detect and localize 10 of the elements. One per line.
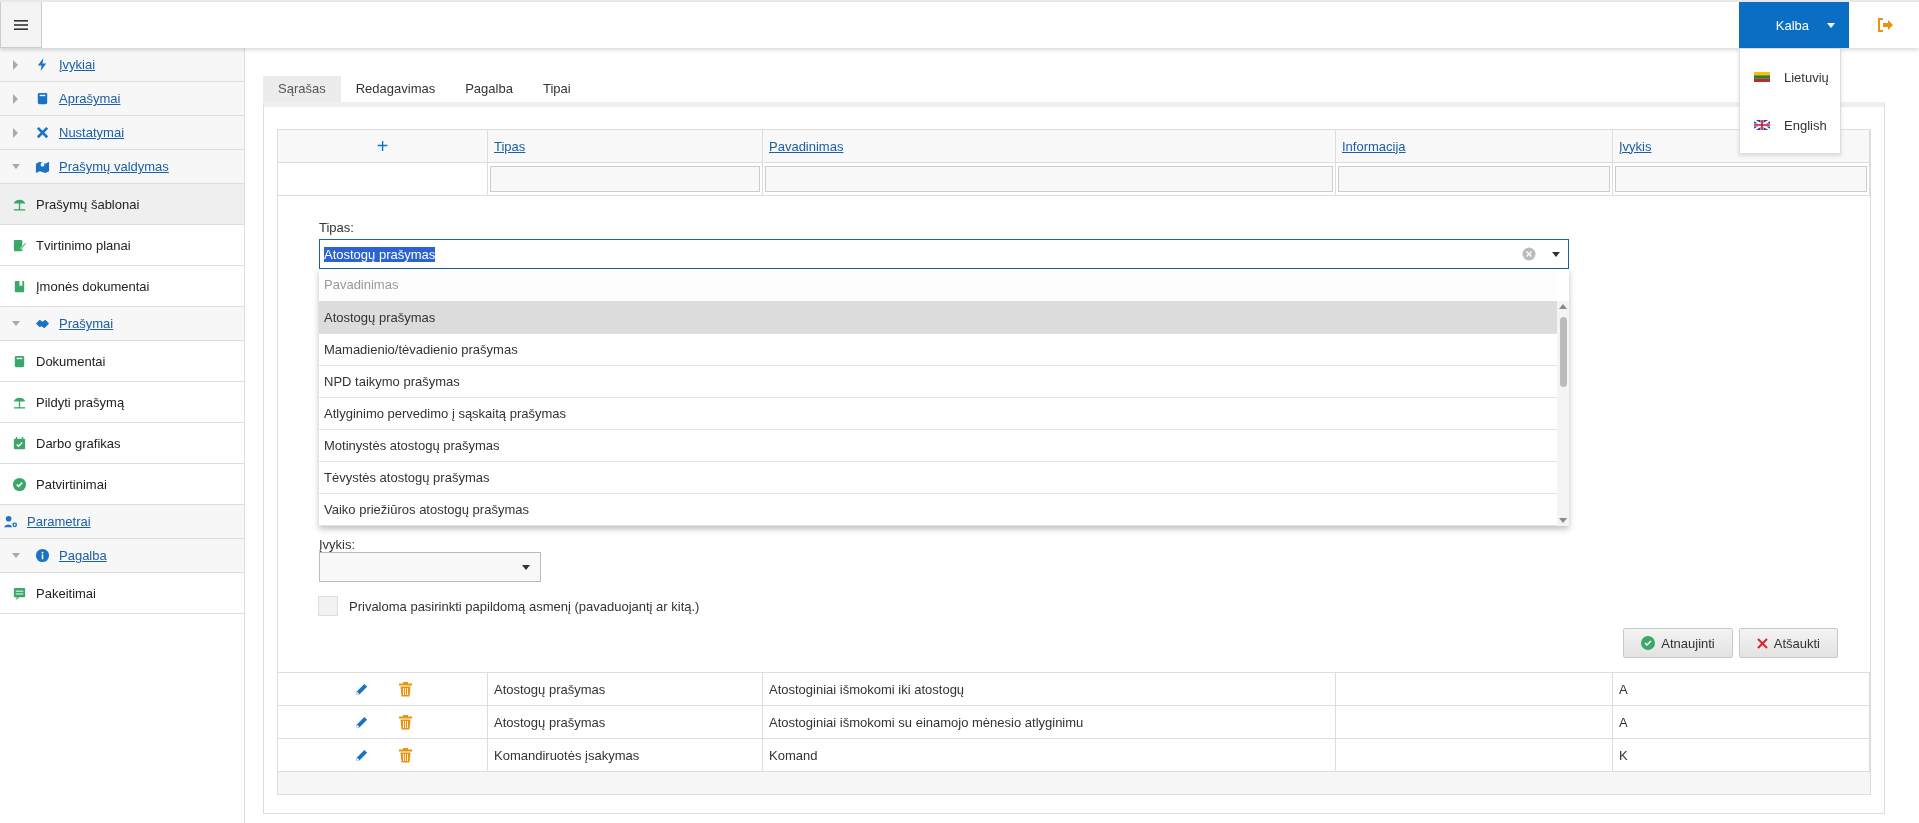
field-label: Tipas:: [319, 220, 355, 235]
table-cell: Atostogų prašymas: [488, 706, 763, 739]
table-cell: A: [1613, 706, 1870, 739]
field-label: Įvykis:: [319, 537, 357, 552]
table-cell: Atostoginiai išmokomi su einamojo mėnesio atlyginimu: [763, 706, 1336, 739]
list-header: Pavadinimas: [319, 269, 1557, 302]
table-cell: A: [1613, 673, 1870, 706]
table-cell: Atostogų prašymas: [488, 673, 763, 706]
table-cell: Atostoginiai išmokomi iki atostogų: [763, 673, 1336, 706]
checkbox-label: Privaloma pasirinkti papildomą asmenį (pavaduojantį ar kitą.): [349, 598, 700, 614]
